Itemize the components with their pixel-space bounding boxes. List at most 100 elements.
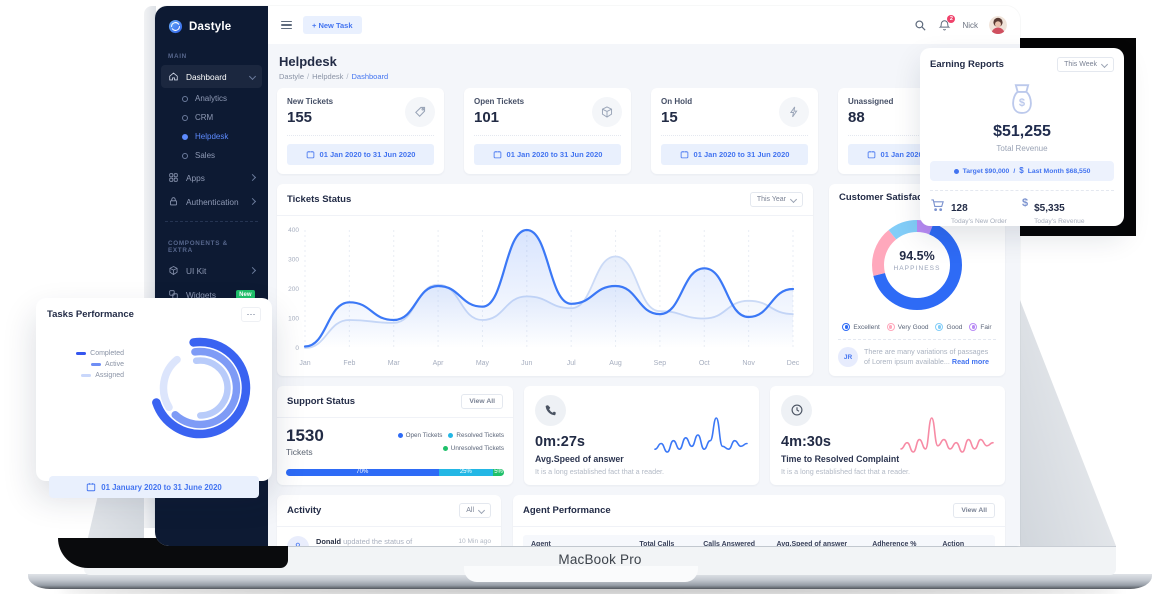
avg-speed-card: 0m:27s Avg.Speed of answer It is a long … — [524, 386, 759, 485]
svg-text:Jun: Jun — [521, 360, 532, 367]
svg-text:Nov: Nov — [742, 360, 755, 367]
avatar[interactable] — [989, 16, 1007, 34]
legend-item: Resolved Tickets — [448, 432, 504, 439]
page: MacBook Pro Dastyle MAIN Dashboard — [0, 0, 1175, 594]
money-bag-icon: $ — [920, 80, 1124, 120]
breadcrumb-section[interactable]: Helpdesk — [312, 72, 343, 81]
table-column-header[interactable]: Agent — [531, 541, 639, 546]
legend-item: Completed — [76, 350, 124, 357]
agent-performance-card: Agent Performance View All AgentTotal Ca… — [513, 495, 1005, 546]
bullet-icon — [182, 134, 188, 140]
legend-dash-icon — [91, 363, 101, 366]
sidebar-subitem-label: CRM — [195, 113, 213, 122]
breadcrumb-root[interactable]: Dastyle — [279, 72, 304, 81]
date-range-button[interactable]: 01 January 2020 to 31 June 2020 — [49, 476, 259, 498]
breadcrumb: Dastyle/Helpdesk/Dashboard — [279, 72, 1005, 81]
more-options-button[interactable] — [241, 307, 261, 322]
svg-text:400: 400 — [288, 227, 299, 234]
tickets-status-card: Tickets Status This Year 0100200300400Ja… — [277, 184, 813, 376]
sidebar-subitem[interactable]: Sales — [155, 146, 268, 165]
table-column-header[interactable]: Adherence % — [872, 541, 942, 546]
stat-card-open-tickets: Open Tickets 101 01 Jan 2020 to 31 Jun 2… — [464, 88, 631, 174]
date-range-button[interactable]: 01 Jan 2020 to 31 Jun 2020 — [474, 144, 621, 165]
card-title: Tickets Status — [287, 194, 351, 205]
total-revenue-label: Total Revenue — [920, 144, 1124, 153]
laptop-deck-right — [1020, 300, 1116, 546]
sidebar-subitem[interactable]: CRM — [155, 108, 268, 127]
legend-dash-icon — [81, 374, 91, 377]
user-update-icon — [287, 536, 309, 546]
sidebar-subitem[interactable]: Analytics — [155, 89, 268, 108]
sidebar-item-dashboard[interactable]: Dashboard — [161, 65, 262, 88]
note-avatar: JR — [838, 347, 858, 367]
dollar-icon: $ — [1022, 198, 1028, 209]
search-icon[interactable] — [914, 19, 927, 32]
tag-icon — [405, 97, 435, 127]
calendar-icon — [867, 150, 876, 159]
svg-text:$: $ — [1019, 97, 1026, 109]
support-legend: Open TicketsResolved TicketsUnresolved T… — [333, 432, 504, 452]
view-all-button[interactable]: View All — [461, 394, 503, 409]
chevron-down-icon — [790, 196, 797, 203]
home-icon — [168, 71, 179, 82]
notifications-bell-icon[interactable]: 2 — [938, 19, 951, 32]
support-progress-bar: 70%25%5% — [286, 469, 504, 476]
bullet-icon — [182, 153, 188, 159]
laptop-notch — [464, 566, 698, 582]
ticket-total: 1530 — [286, 427, 324, 444]
table-column-header[interactable]: Action — [942, 541, 987, 546]
table-column-header[interactable]: Avg.Speed of answer — [777, 541, 873, 546]
date-range-button[interactable]: 01 Jan 2020 to 31 Jun 2020 — [661, 144, 808, 165]
resolve-time-card: 4m:30s Time to Resolved Complaint It is … — [770, 386, 1005, 485]
date-range-button[interactable]: 01 Jan 2020 to 31 Jun 2020 — [287, 144, 434, 165]
activity-filter-select[interactable]: All — [459, 503, 491, 518]
sidebar-divider — [165, 221, 258, 222]
dastyle-logo-icon — [168, 19, 183, 34]
view-all-button[interactable]: View All — [953, 503, 995, 518]
table-column-header[interactable]: Total Calls — [639, 541, 703, 546]
resolve-time-sparkline — [897, 412, 997, 463]
sidebar-subitem[interactable]: Helpdesk — [155, 127, 268, 146]
legend-ring-icon — [969, 323, 977, 331]
chevron-down-icon — [1101, 61, 1108, 68]
chevron-right-icon — [249, 267, 256, 274]
sidebar-subitem-label: Helpdesk — [195, 132, 228, 141]
calendar-icon — [306, 150, 315, 159]
dollar-icon: $ — [1019, 167, 1023, 175]
clock-icon — [781, 395, 812, 426]
tasks-radial-chart — [118, 322, 270, 459]
chevron-right-icon — [249, 198, 256, 205]
new-task-button[interactable]: + New Task — [303, 16, 362, 34]
svg-text:0: 0 — [295, 345, 299, 352]
sidebar-subitem-label: Sales — [195, 151, 215, 160]
legend-dot-icon — [448, 433, 453, 438]
bullet-icon — [182, 115, 188, 121]
chevron-down-icon — [478, 507, 485, 514]
agent-table-header: AgentTotal CallsCalls AnsweredAvg.Speed … — [523, 535, 995, 546]
table-column-header[interactable]: Calls Answered — [703, 541, 776, 546]
todays-orders: 128Today's New Order — [930, 198, 1022, 225]
card-title: Earning Reports — [930, 59, 1004, 70]
sidebar-item-ui-kit[interactable]: UI Kit — [161, 259, 262, 282]
earning-reports-card: Earning Reports This Week $ $51,255 Tota… — [920, 48, 1124, 226]
sidebar-section-main: MAIN — [155, 43, 268, 64]
activity-card: Activity All Donald updated the status o… — [277, 495, 501, 546]
legend-item: Fair — [969, 323, 991, 331]
stat-card-on-hold: On Hold 15 01 Jan 2020 to 31 Jun 2020 — [651, 88, 818, 174]
satisfaction-legend: ExcellentVery GoodGoodFair — [829, 323, 1005, 331]
year-filter-select[interactable]: This Year — [750, 192, 803, 207]
legend-dot-icon — [398, 433, 403, 438]
week-filter-select[interactable]: This Week — [1057, 57, 1114, 72]
card-title: Support Status — [287, 396, 355, 407]
notification-count-badge: 2 — [947, 15, 955, 23]
brand[interactable]: Dastyle — [155, 6, 268, 43]
apps-grid-icon — [168, 172, 179, 183]
svg-text:100: 100 — [288, 316, 299, 323]
menu-toggle-icon[interactable] — [281, 21, 292, 30]
chevron-right-icon — [249, 174, 256, 181]
sidebar-item-authentication[interactable]: Authentication — [161, 190, 262, 213]
activity-item[interactable]: Donald updated the status of Refund #123… — [277, 527, 501, 546]
svg-text:May: May — [476, 360, 490, 367]
read-more-link[interactable]: Read more — [952, 357, 989, 366]
sidebar-item-apps[interactable]: Apps — [161, 166, 262, 189]
